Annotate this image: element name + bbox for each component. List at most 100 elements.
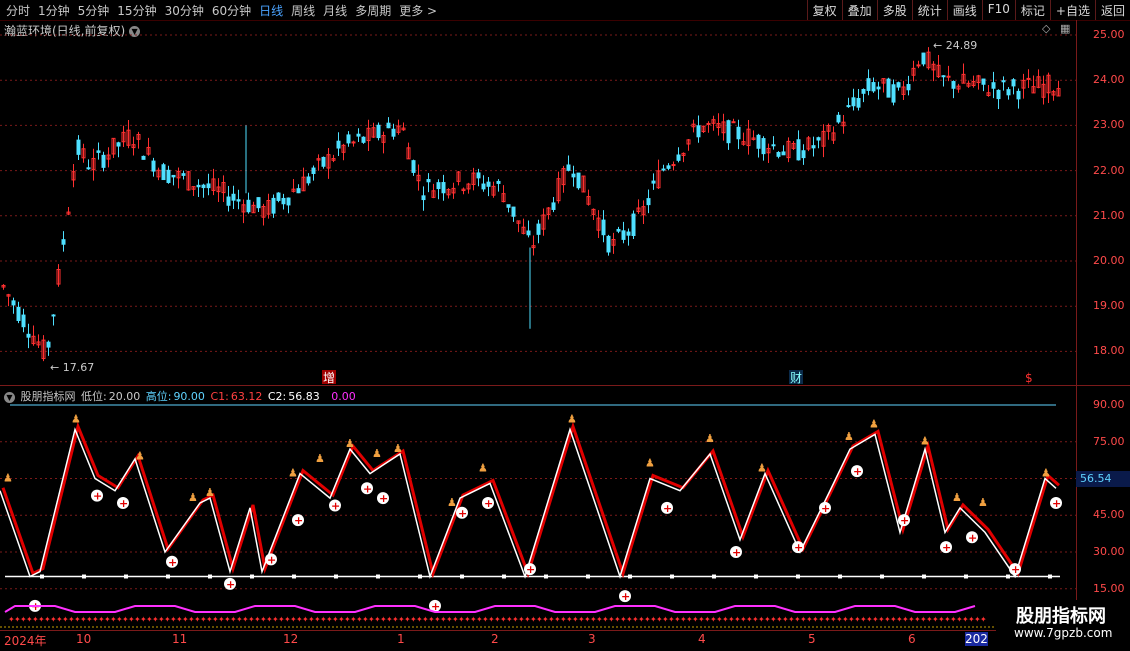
top-signal-icon: ♟ [757,462,767,475]
buy-signal-icon: + [117,497,129,510]
period-tab[interactable]: 周线 [287,2,319,19]
period-tab[interactable]: 15分钟 [113,2,160,19]
period-tab[interactable]: 月线 [319,2,351,19]
candle [886,78,891,98]
tool-button[interactable]: 返回 [1094,0,1130,20]
period-tab[interactable]: 30分钟 [161,2,208,19]
candle [481,183,486,190]
indicator-tick: 15.00 [1093,581,1125,595]
candle [421,195,426,201]
date-tick: 6 [908,632,916,646]
candle [236,199,241,202]
low-level-marker [1006,574,1010,579]
buy-signal-icon: + [482,497,494,510]
buy-signal-icon: + [819,501,831,515]
top-signal-icon: ♟ [920,435,930,448]
svg-text:+: + [794,541,803,554]
tool-button[interactable]: 叠加 [841,0,877,20]
candle [846,105,851,108]
candle [991,82,996,89]
candle [1001,80,1006,83]
low-level-marker [544,574,548,579]
period-tab[interactable]: 日线 [255,2,287,19]
tool-button[interactable]: 画线 [946,0,982,20]
period-tab[interactable]: 更多 > [395,2,441,19]
candle [696,125,701,138]
price-tick: 21.00 [1093,208,1125,222]
band-line [4,605,976,613]
candle [651,180,656,184]
date-tick: 2024年 [4,634,47,648]
candle [896,82,901,88]
tool-button[interactable]: +自选 [1049,0,1095,20]
candle [756,134,761,149]
candle [861,89,866,94]
tool-button[interactable]: 多股 [876,0,912,20]
candle [631,213,636,236]
tool-button[interactable]: F10 [981,0,1015,20]
candle [226,196,231,206]
low-level-marker [586,574,590,579]
period-tab[interactable]: 1分钟 [34,2,74,19]
tool-button[interactable]: 复权 [806,0,842,20]
candle [161,164,166,181]
price-tick: 23.00 [1093,118,1125,132]
low-level-marker [82,574,86,579]
top-signal-icon: ♟ [71,413,81,426]
date-tick: 4 [698,632,706,646]
buy-signal-icon: + [524,563,536,576]
period-tab[interactable]: 5分钟 [74,2,114,19]
svg-text:+: + [93,490,102,503]
top-signal-icon: ♟ [188,491,198,504]
period-tab[interactable]: 分时 [2,2,34,19]
candle [661,168,666,171]
candle [96,150,101,153]
top-signal-icon: ♟ [288,467,298,480]
candle [486,181,491,187]
buy-signal-icon: + [1050,497,1062,510]
candle [101,154,106,168]
svg-text:+: + [484,497,493,510]
candle [346,134,351,144]
indicator-chart[interactable]: +++++++++++++++++ ++++++++♟♟♟♟ ♟♟♟♟♟ ♟♟♟♟♟♟… [0,386,1076,630]
period-tabs: 分时 1分钟 5分钟 15分钟 30分钟 60分钟 日线 周线 月线 多周期 更多 > [2,2,441,19]
tool-button[interactable]: 统计 [911,0,947,20]
high-price-label: ← 24.89 [933,39,977,52]
svg-text:+: + [621,590,630,603]
svg-text:+: + [853,465,862,478]
date-tick: 11 [172,632,188,646]
period-tab[interactable]: 多周期 [351,2,395,19]
low-level-marker [838,574,842,579]
low-level-marker [292,574,296,579]
candle [891,84,896,103]
buy-signal-icon: + [851,465,863,478]
low-level-marker [40,574,44,579]
candle [951,81,956,89]
top-signal-icon: ♟ [205,486,215,499]
low-level-marker [754,574,758,579]
candle [1026,77,1031,80]
candle [836,114,841,123]
svg-text:+: + [458,507,467,520]
candle [201,184,206,189]
candle [151,160,156,172]
indicator-tick: 45.00 [1093,508,1125,522]
buy-signal-icon: + [661,501,673,515]
top-signal-icon: ♟ [315,452,325,465]
svg-text:+: + [1052,497,1061,510]
svg-text:+: + [968,531,977,544]
candle [906,84,911,91]
candle [811,145,816,149]
buy-signal-icon: + [377,492,389,505]
svg-text:+: + [294,514,303,527]
svg-text:+: + [226,578,235,591]
candle [411,160,416,173]
price-chart[interactable]: ← 24.89 ← 17.67 增 财 $ [0,20,1076,385]
indicator-tick: 90.00 [1093,398,1125,411]
candle [621,230,626,240]
period-tab[interactable]: 60分钟 [208,2,255,19]
tool-button[interactable]: 标记 [1014,0,1050,20]
low-level-marker [166,574,170,579]
top-signal-icon: ♟ [3,471,13,484]
low-level-marker [502,574,506,579]
